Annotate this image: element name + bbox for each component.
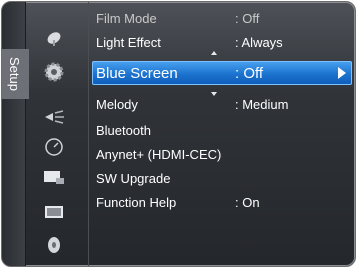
scroll-up-indicator bbox=[211, 51, 217, 55]
picture-icon[interactable] bbox=[42, 201, 66, 223]
setup-gear-icon[interactable] bbox=[42, 61, 66, 83]
satellite-dish-icon[interactable] bbox=[42, 26, 66, 48]
chevron-right-icon bbox=[338, 67, 346, 79]
menu-item-melody[interactable]: Melody : Medium bbox=[96, 94, 351, 116]
menu-item-label: SW Upgrade bbox=[96, 171, 171, 186]
menu-item-function-help[interactable]: Function Help : On bbox=[96, 192, 351, 214]
menu-item-value: : Off bbox=[235, 65, 264, 82]
menu-item-light-effect[interactable]: Light Effect : Always bbox=[96, 32, 351, 54]
setup-menu-panel: Setup Film Mode : Off Light Effect: Alw… bbox=[1, 1, 356, 267]
menu-item-bluetooth[interactable]: Bluetooth bbox=[96, 120, 351, 142]
menu-item-anynet[interactable]: Anynet+ (HDMI-CEC) bbox=[96, 144, 351, 166]
sound-speaker-icon[interactable] bbox=[42, 106, 66, 128]
category-icons bbox=[25, 2, 89, 266]
menu-item-label: Bluetooth bbox=[96, 123, 151, 138]
menu-item-label: Light Effect bbox=[96, 35, 161, 50]
menu-item-label: Function Help bbox=[96, 195, 177, 210]
menu-item-blue-screen[interactable]: Blue Screen : Off bbox=[92, 61, 352, 85]
menu-item-label: Melody bbox=[96, 97, 138, 112]
disc-icon[interactable] bbox=[42, 234, 66, 256]
menu-item-value: : On bbox=[235, 195, 260, 210]
category-tab: Setup bbox=[2, 2, 29, 266]
menu-item-sw-upgrade[interactable]: SW Upgrade bbox=[96, 168, 351, 190]
menu-item-label: Film Mode bbox=[96, 11, 157, 26]
menu-item-value: : Always bbox=[235, 35, 283, 50]
menu-item-film-mode[interactable]: Film Mode : Off bbox=[96, 8, 351, 30]
clock-icon[interactable] bbox=[42, 136, 66, 158]
input-icon[interactable] bbox=[42, 166, 66, 188]
menu-item-label: Blue Screen bbox=[96, 65, 178, 82]
menu-item-label: Anynet+ (HDMI-CEC) bbox=[96, 147, 222, 162]
menu-item-value: : Off bbox=[235, 11, 260, 26]
setup-menu-list: Film Mode : Off Light Effect : Always Bl… bbox=[88, 2, 355, 266]
menu-item-value: : Medium bbox=[235, 97, 289, 112]
